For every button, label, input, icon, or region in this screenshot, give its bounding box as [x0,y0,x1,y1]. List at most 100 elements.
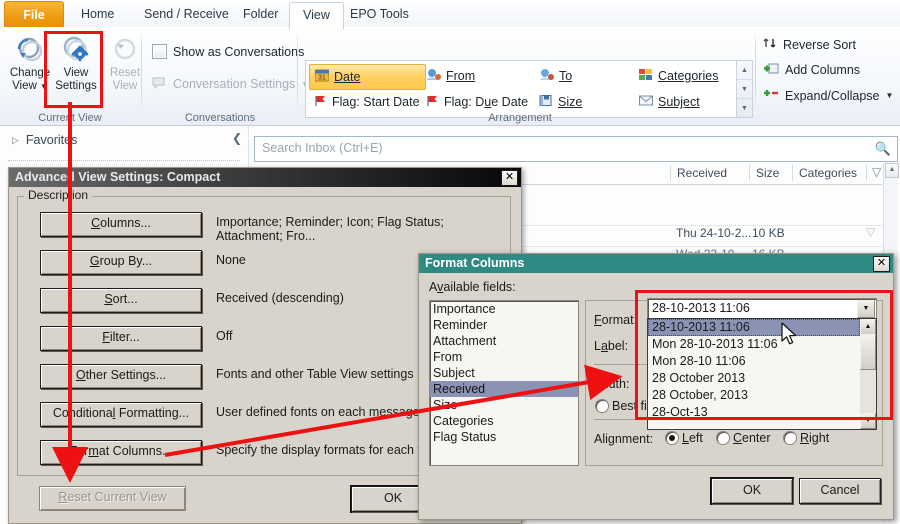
collapse-nav-pane-button[interactable]: ❮ [232,131,242,145]
conditional-formatting-button[interactable]: Conditional Formatting... [40,402,202,427]
columns-button[interactable]: Columns... [40,212,202,237]
arrangement-item-flag-start-date[interactable]: Flag: Start Date [309,90,425,114]
arrangement-gallery-scrollbar[interactable]: ▲ ▼ ▼ [736,60,753,118]
format-combobox[interactable]: 28-10-2013 11:06 ▼ [647,298,877,320]
best-fit-radio[interactable]: Best fit [596,399,650,413]
list-item-selected-received[interactable]: Received [430,381,578,397]
group-label-conversations: Conversations [184,112,256,124]
column-header-categories[interactable]: Categories [799,166,857,180]
reverse-sort-button[interactable]: Reverse Sort [763,36,856,53]
arrangement-item-subject[interactable]: Subject [634,90,705,114]
gallery-more-button[interactable]: ▼ [737,99,752,117]
list-item[interactable]: From [430,349,578,365]
expand-collapse-button[interactable]: Expand/Collapse ▼ [763,88,893,103]
view-settings-button[interactable]: View Settings [48,33,104,93]
reset-current-view-button[interactable]: Reset Current View [39,486,186,511]
conversation-settings-icon [152,76,167,92]
arrangement-label-flag-start: Flag: Start Date [332,95,420,109]
scroll-up-button[interactable]: ▲ [885,163,899,178]
arrangement-item-flag-due-date[interactable]: Flag: Due Date [421,90,533,114]
width-label: Width: [594,377,630,391]
arrangement-item-size[interactable]: Size [534,90,587,114]
available-fields-listbox[interactable]: Importance Reminder Attachment From Subj… [429,300,579,466]
search-input[interactable]: Search Inbox (Ctrl+E) 🔍 [254,136,898,162]
column-header-received[interactable]: Received [677,166,727,180]
search-icon: 🔍 [874,141,891,156]
fc-cancel-button[interactable]: Cancel [799,478,881,504]
nav-divider [8,160,240,161]
sort-button[interactable]: Sort... [40,288,202,313]
tab-epo-tools[interactable]: EPO Tools [337,2,422,27]
dropdown-item[interactable]: 28 October, 2013 [648,387,876,404]
add-columns-icon [763,62,779,78]
dropdown-item[interactable]: Mon 28-10-2013 11:06 [648,336,876,353]
reset-view-icon [97,33,153,67]
tab-file[interactable]: File [4,1,64,28]
column-header-flag-icon[interactable]: ▽ [872,165,881,179]
group-separator-3 [755,31,756,109]
scrollbar-thumb[interactable] [860,334,876,370]
list-item[interactable]: Size [430,397,578,413]
list-item[interactable]: Importance [430,301,578,317]
show-as-conversations-checkbox[interactable]: Show as Conversations [152,44,304,59]
panel-divider [594,364,648,365]
arrangement-item-from[interactable]: From [421,64,480,88]
dropdown-item-selected[interactable]: 28-10-2013 11:06 [648,319,860,336]
expand-collapse-label: Expand/Collapse [785,88,880,103]
dropdown-item[interactable]: 28 October 2013 [648,370,876,387]
scroll-up-button[interactable]: ▲ [860,319,876,335]
conversation-settings-label: Conversation Settings [173,77,296,91]
filter-description: Off [216,329,233,343]
close-icon[interactable]: ✕ [501,169,518,186]
conversation-settings-button[interactable]: Conversation Settings ▼ [152,76,309,92]
format-dropdown-list[interactable]: 28-10-2013 11:06 Mon 28-10-2013 11:06 Mo… [647,318,877,430]
dropdown-scrollbar[interactable]: ▲ ▼ [860,319,876,429]
message-row-1-size: 10 KB [752,226,785,240]
from-icon [426,68,441,84]
list-item[interactable]: Reminder [430,317,578,333]
tab-send-receive[interactable]: Send / Receive [131,2,242,27]
list-item[interactable]: Flag Status [430,429,578,445]
reset-view-label: Reset View [109,67,141,92]
avs-title-text: Advanced View Settings: Compact [15,170,221,184]
fc-ok-button[interactable]: OK [711,478,793,504]
reset-view-button[interactable]: Reset View [97,33,153,93]
arrangement-label-categories: Categories [658,69,719,83]
alignment-left-radio[interactable]: Left [666,431,703,445]
tab-folder[interactable]: Folder [230,2,291,27]
close-icon[interactable]: ✕ [873,255,890,272]
list-item[interactable]: Subject [430,365,578,381]
format-columns-button[interactable]: Format Columns... [40,440,202,465]
group-by-button[interactable]: Group By... [40,250,202,275]
dropdown-item[interactable]: Mon 28-10 11:06 [648,353,876,370]
arrangement-gallery[interactable]: 31 Date From To Categories Flag: Start D… [305,60,737,118]
gallery-scroll-up[interactable]: ▲ [737,61,752,80]
alignment-center-radio[interactable]: Center [717,431,771,445]
tab-home[interactable]: Home [68,2,127,27]
radio-icon [666,432,678,444]
column-divider [866,165,867,181]
favorites-label: Favorites [25,133,78,147]
list-item[interactable]: Attachment [430,333,578,349]
arrangement-label-subject: Subject [658,95,700,109]
scroll-down-button[interactable]: ▼ [860,413,876,429]
other-settings-button[interactable]: Other Settings... [40,364,202,389]
dropdown-item[interactable]: 28-Oct-13 [648,404,876,421]
column-header-size[interactable]: Size [756,166,779,180]
gallery-scroll-down[interactable]: ▼ [737,80,752,99]
alignment-label: Alignment: [594,432,654,446]
fc-title-text: Format Columns [425,256,525,270]
size-icon [539,94,553,110]
filter-button[interactable]: Filter... [40,326,202,351]
arrangement-item-to[interactable]: To [534,64,577,88]
add-columns-button[interactable]: Add Columns [763,62,860,78]
arrangement-item-categories[interactable]: Categories [634,64,723,88]
expand-collapse-icon [763,88,779,103]
alignment-right-radio[interactable]: Right [784,431,829,445]
chevron-down-icon[interactable]: ▼ [857,300,875,318]
available-fields-label: Available fields: [429,280,516,294]
tab-view[interactable]: View [289,2,344,30]
arrangement-item-date[interactable]: 31 Date [309,64,426,90]
favorites-node[interactable]: ▷ Favorites [12,133,77,147]
list-item[interactable]: Categories [430,413,578,429]
